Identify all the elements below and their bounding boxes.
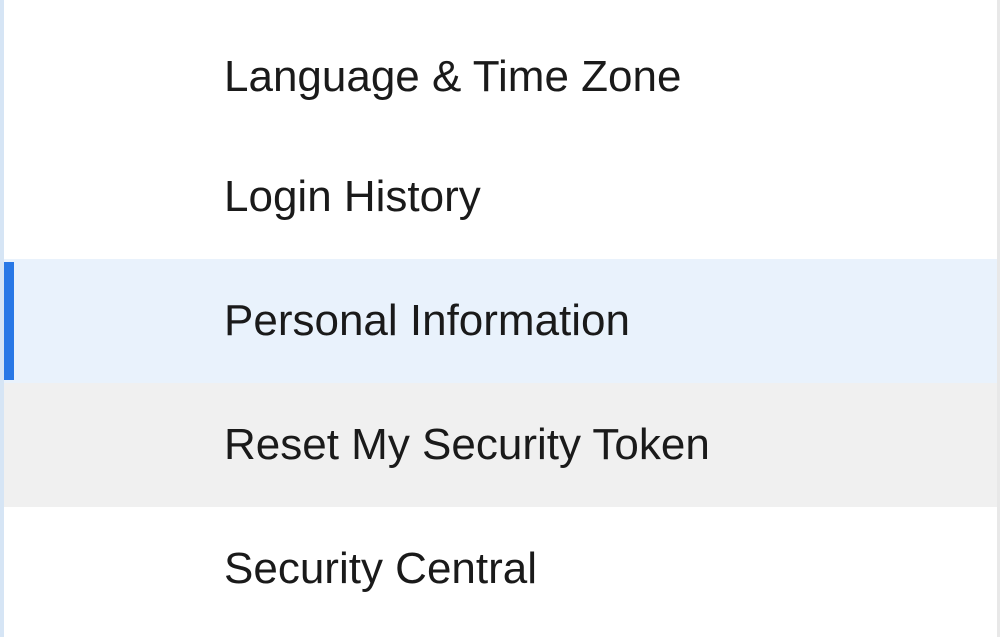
menu-item-personal-information[interactable]: Personal Information [4, 259, 997, 383]
menu-item-reset-security-token[interactable]: Reset My Security Token [4, 383, 997, 507]
menu-item-language-time-zone[interactable]: Language & Time Zone [4, 0, 997, 135]
menu-item-label: Language & Time Zone [224, 52, 681, 102]
menu-item-label: Personal Information [224, 296, 630, 346]
menu-item-label: Reset My Security Token [224, 420, 710, 470]
menu-item-label: Security Central [224, 544, 537, 594]
settings-menu: Language & Time Zone Login History Perso… [4, 0, 997, 631]
menu-item-security-central[interactable]: Security Central [4, 507, 997, 631]
menu-item-login-history[interactable]: Login History [4, 135, 997, 259]
menu-item-label: Login History [224, 172, 481, 222]
